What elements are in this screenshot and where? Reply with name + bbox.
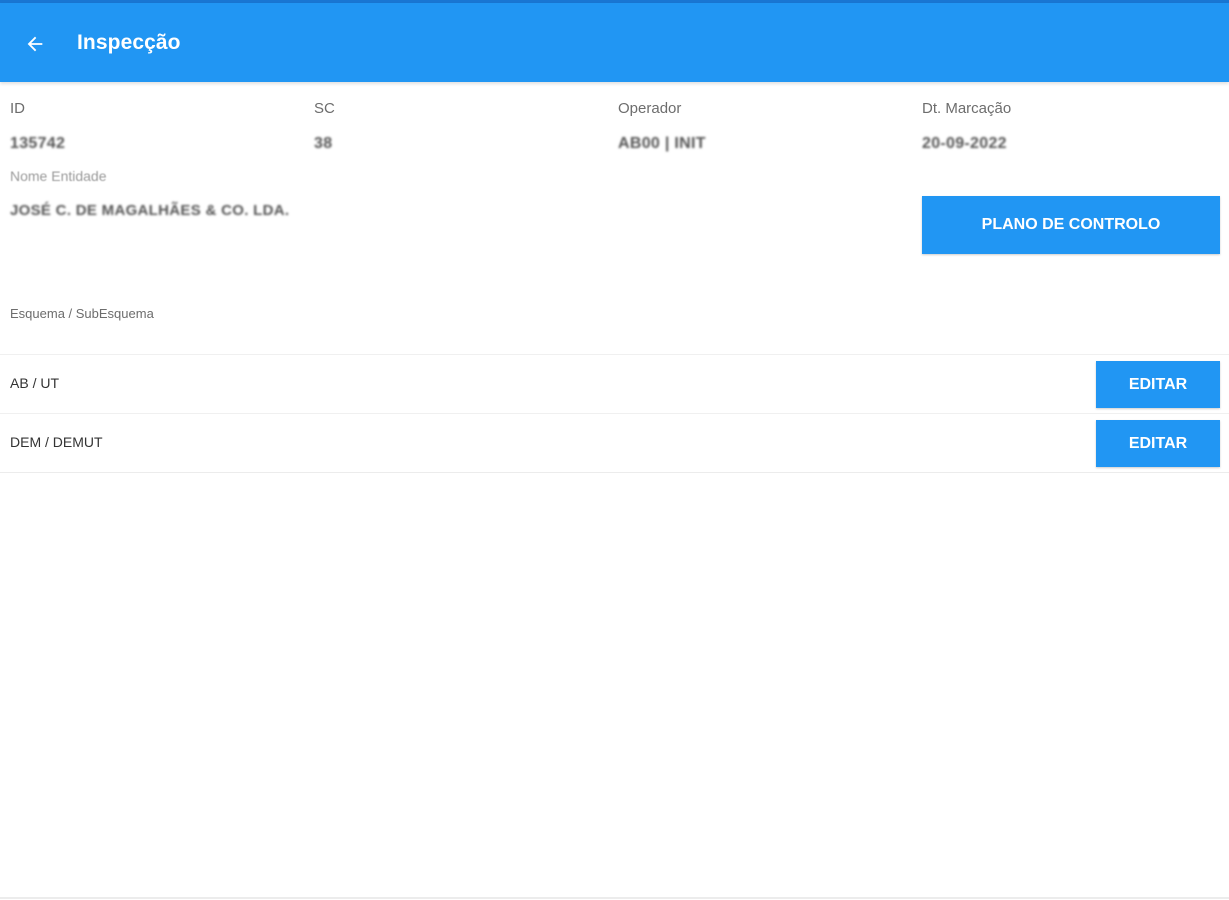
scheme-row-label: DEM / DEMUT [10, 434, 103, 450]
app-bar: Inspecção [0, 3, 1229, 82]
back-button[interactable] [18, 27, 52, 61]
scheme-row: DEM / DEMUT EDITAR [0, 413, 1229, 472]
plano-de-controlo-button[interactable]: PLANO DE CONTROLO [922, 196, 1220, 254]
sc-value: 38 [314, 135, 333, 152]
entity-value: JOSÉ C. DE MAGALHÃES & CO. LDA. [10, 202, 290, 219]
entity-label: Nome Entidade [10, 168, 107, 184]
arrow-back-icon [27, 36, 43, 52]
id-label: ID [10, 100, 25, 117]
scheme-row: AB / UT EDITAR [0, 354, 1229, 413]
date-value: 20-09-2022 [922, 135, 1007, 152]
edit-button[interactable]: EDITAR [1096, 420, 1220, 467]
page-title: Inspecção [77, 31, 181, 54]
edit-button[interactable]: EDITAR [1096, 361, 1220, 408]
scheme-header: Esquema / SubEsquema [10, 306, 154, 321]
bottom-divider [0, 897, 1229, 899]
id-value: 135742 [10, 135, 66, 152]
sc-label: SC [314, 100, 335, 117]
date-label: Dt. Marcação [922, 100, 1012, 117]
operator-value: AB00 | INIT [618, 135, 706, 152]
scheme-row-label: AB / UT [10, 375, 60, 391]
list-divider [0, 472, 1229, 473]
operator-label: Operador [618, 100, 682, 117]
